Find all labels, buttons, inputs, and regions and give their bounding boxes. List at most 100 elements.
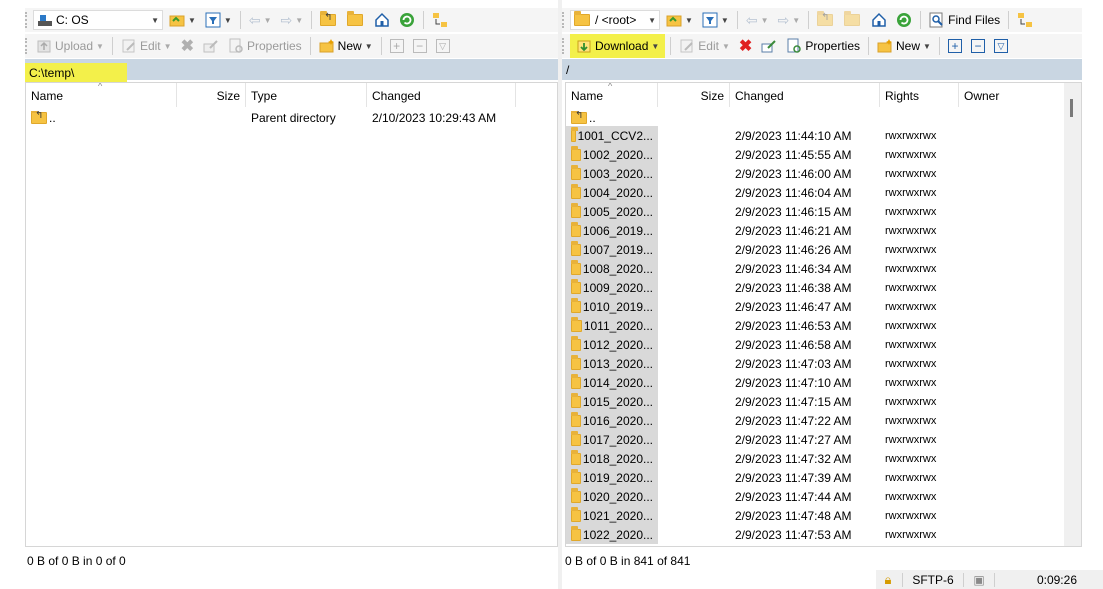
list-item[interactable]: 1016_2020... 2/9/2023 11:47:22 AM rwxrwxrw… <box>566 411 1064 430</box>
refresh-button[interactable] <box>396 10 418 30</box>
chevron-down-icon[interactable]: ▼ <box>721 16 729 25</box>
home-directory-button[interactable] <box>868 10 890 30</box>
chevron-down-icon[interactable]: ▼ <box>761 16 769 25</box>
chevron-down-icon[interactable]: ▼ <box>164 42 172 51</box>
list-item[interactable]: 1005_2020... 2/9/2023 11:46:15 AM rwxrwxrw… <box>566 202 1064 221</box>
column-header-name[interactable]: Name ^ <box>26 83 177 107</box>
filter-files-button[interactable]: ▽ <box>433 36 453 56</box>
select-files-button[interactable]: + <box>945 36 965 56</box>
remote-directory-select[interactable]: / <root> ▼ <box>570 10 660 30</box>
edit-button[interactable]: Edit ▼ <box>676 36 733 56</box>
filter-files-button[interactable]: ▽ <box>991 36 1011 56</box>
local-path-bar[interactable]: C:\temp\ <box>25 59 558 85</box>
vertical-scrollbar[interactable] <box>1064 83 1081 546</box>
chevron-down-icon[interactable]: ▼ <box>264 16 272 25</box>
chevron-down-icon[interactable]: ▼ <box>151 16 159 25</box>
list-item[interactable]: 1011_2020... 2/9/2023 11:46:53 AM rwxrwxrw… <box>566 316 1064 335</box>
open-directory-button[interactable]: ▼ <box>663 10 696 30</box>
remote-path-bar[interactable]: / <box>562 59 1082 80</box>
synchronize-browsing-button[interactable] <box>1014 10 1036 30</box>
toolbar-grip[interactable] <box>562 38 565 54</box>
list-item[interactable]: 1003_2020... 2/9/2023 11:46:00 AM rwxrwxrw… <box>566 164 1064 183</box>
chevron-down-icon[interactable]: ▼ <box>188 16 196 25</box>
filter-button[interactable]: ▼ <box>699 10 732 30</box>
delete-button[interactable]: ✖ <box>736 36 755 56</box>
root-directory-button[interactable] <box>841 10 865 30</box>
list-item[interactable]: 1013_2020... 2/9/2023 11:47:03 AM rwxrwxrw… <box>566 354 1064 373</box>
list-item[interactable]: 1002_2020... 2/9/2023 11:45:55 AM rwxrwxrw… <box>566 145 1064 164</box>
download-button[interactable]: Download ▼ <box>570 34 666 58</box>
list-item[interactable]: 1015_2020... 2/9/2023 11:47:15 AM rwxrwxrw… <box>566 392 1064 411</box>
list-item[interactable]: .. <box>566 108 1064 127</box>
upload-button[interactable]: Upload ▼ <box>33 36 107 56</box>
filter-button[interactable]: ▼ <box>202 10 235 30</box>
list-item[interactable]: 1014_2020... 2/9/2023 11:47:10 AM rwxrwxrw… <box>566 373 1064 392</box>
list-item[interactable]: 1004_2020... 2/9/2023 11:46:04 AM rwxrwxrw… <box>566 183 1064 202</box>
list-item[interactable]: 1009_2020... 2/9/2023 11:46:38 AM rwxrwxrw… <box>566 278 1064 297</box>
chevron-down-icon[interactable]: ▼ <box>648 16 656 25</box>
properties-button[interactable]: Properties <box>783 36 863 56</box>
list-item[interactable]: 1019_2020... 2/9/2023 11:47:39 AM rwxrwxrw… <box>566 468 1064 487</box>
chevron-down-icon[interactable]: ▼ <box>365 42 373 51</box>
chevron-down-icon[interactable]: ▼ <box>651 42 659 51</box>
toolbar-grip[interactable] <box>562 12 565 28</box>
chevron-down-icon[interactable]: ▼ <box>224 16 232 25</box>
column-header-owner[interactable]: Owner <box>959 83 1064 107</box>
chevron-down-icon[interactable]: ▼ <box>685 16 693 25</box>
rename-button[interactable] <box>758 36 780 56</box>
toolbar-grip[interactable] <box>25 12 28 28</box>
refresh-button[interactable] <box>893 10 915 30</box>
protocol-label: SFTP-6 <box>912 572 954 587</box>
remote-file-list[interactable]: Name ^ Size Changed Rights Owner ..1001_… <box>565 82 1082 547</box>
edit-button[interactable]: Edit ▼ <box>118 36 175 56</box>
forward-button[interactable]: ⇨ ▼ <box>278 10 307 30</box>
back-button[interactable]: ⇦ ▼ <box>246 10 275 30</box>
list-item[interactable]: 1022_2020... 2/9/2023 11:47:53 AM rwxrwxrw… <box>566 525 1064 544</box>
chevron-down-icon[interactable]: ▼ <box>722 42 730 51</box>
local-file-list[interactable]: Name ^ Size Type Changed .. Parent direc… <box>25 82 558 547</box>
chevron-down-icon[interactable]: ▼ <box>792 16 800 25</box>
column-header-changed[interactable]: Changed <box>367 83 516 107</box>
list-item[interactable]: 1012_2020... 2/9/2023 11:46:58 AM rwxrwxrw… <box>566 335 1064 354</box>
list-item[interactable]: 1021_2020... 2/9/2023 11:47:48 AM rwxrwxrw… <box>566 506 1064 525</box>
chevron-down-icon[interactable]: ▼ <box>923 42 931 51</box>
unselect-files-button[interactable]: − <box>968 36 988 56</box>
list-item[interactable]: 1001_CCV2... 2/9/2023 11:44:10 AM rwxrwxrw… <box>566 126 1064 145</box>
chevron-down-icon[interactable]: ▼ <box>295 16 303 25</box>
list-item[interactable]: 1008_2020... 2/9/2023 11:46:34 AM rwxrwxrw… <box>566 259 1064 278</box>
rename-button[interactable] <box>200 36 222 56</box>
column-header-type[interactable]: Type <box>246 83 367 107</box>
list-item[interactable]: .. Parent directory 2/10/2023 10:29:43 A… <box>26 108 557 127</box>
column-header-name[interactable]: Name ^ <box>566 83 658 107</box>
toolbar-grip[interactable] <box>25 38 28 54</box>
list-item[interactable]: 1017_2020... 2/9/2023 11:47:27 AM rwxrwxrw… <box>566 430 1064 449</box>
column-header-size[interactable]: Size <box>658 83 730 107</box>
parent-directory-button[interactable] <box>317 10 341 30</box>
local-drive-select[interactable]: C: OS ▼ <box>33 10 163 30</box>
list-item[interactable]: 1007_2019... 2/9/2023 11:46:26 AM rwxrwxrw… <box>566 240 1064 259</box>
select-files-button[interactable]: + <box>387 36 407 56</box>
root-folder-icon <box>347 11 364 26</box>
list-item[interactable]: 1020_2020... 2/9/2023 11:47:44 AM rwxrwxrw… <box>566 487 1064 506</box>
synchronize-browsing-button[interactable] <box>429 10 451 30</box>
new-button[interactable]: New ▼ <box>874 36 934 56</box>
new-button[interactable]: New ▼ <box>316 36 376 56</box>
chevron-down-icon[interactable]: ▼ <box>96 42 104 51</box>
find-files-button[interactable]: Find Files <box>926 10 1003 30</box>
column-header-changed[interactable]: Changed <box>730 83 880 107</box>
root-directory-button[interactable] <box>344 10 368 30</box>
scrollbar-thumb[interactable] <box>1070 99 1073 117</box>
list-item[interactable]: 1010_2019... 2/9/2023 11:46:47 AM rwxrwxrw… <box>566 297 1064 316</box>
home-directory-button[interactable] <box>371 10 393 30</box>
forward-button[interactable]: ⇨ ▼ <box>775 10 804 30</box>
list-item[interactable]: 1006_2019... 2/9/2023 11:46:21 AM rwxrwxrw… <box>566 221 1064 240</box>
delete-button[interactable]: ✖ <box>178 36 197 56</box>
column-header-size[interactable]: Size <box>177 83 246 107</box>
open-directory-button[interactable]: ▼ <box>166 10 199 30</box>
parent-directory-button[interactable] <box>814 10 838 30</box>
list-item[interactable]: 1018_2020... 2/9/2023 11:47:32 AM rwxrwxrw… <box>566 449 1064 468</box>
properties-button[interactable]: Properties <box>225 36 305 56</box>
back-button[interactable]: ⇦ ▼ <box>743 10 772 30</box>
column-header-rights[interactable]: Rights <box>880 83 959 107</box>
unselect-files-button[interactable]: − <box>410 36 430 56</box>
